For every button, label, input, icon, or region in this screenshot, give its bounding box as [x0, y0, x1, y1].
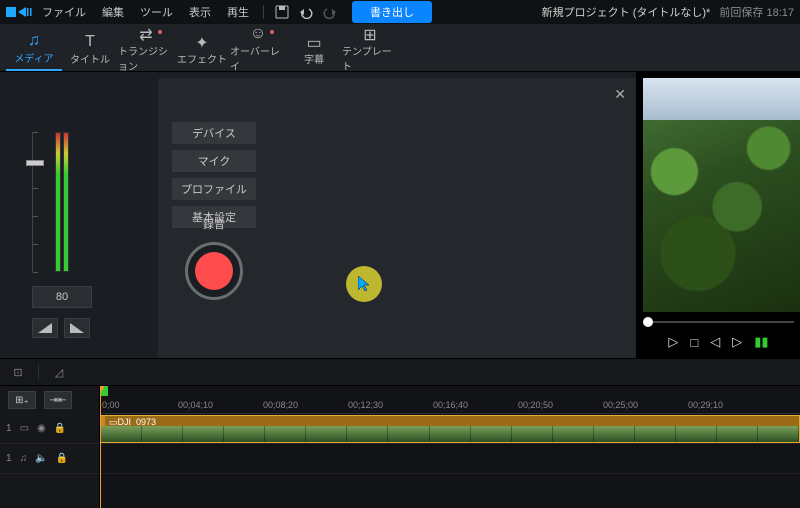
- ruler-tick: 00;08;20: [263, 400, 298, 410]
- menu-tools[interactable]: ツール: [132, 0, 181, 24]
- video-track-icon: ▭: [20, 423, 29, 434]
- record-label: 録音: [172, 216, 256, 232]
- mute-icon[interactable]: 🔈: [35, 453, 47, 464]
- fade-in-button[interactable]: [32, 318, 58, 338]
- menu-view[interactable]: 表示: [181, 0, 219, 24]
- visibility-icon[interactable]: ◉: [37, 423, 46, 434]
- tab-media[interactable]: ♫メディア: [6, 27, 62, 71]
- lock-icon[interactable]: 🔒: [56, 453, 68, 464]
- fade-out-button[interactable]: [64, 318, 90, 338]
- recording-panel: ✕ デバイス マイク プロファイル 基本設定 録音: [158, 78, 636, 358]
- video-track[interactable]: ▭ DJI_0973: [100, 414, 800, 444]
- menu-file[interactable]: ファイル: [34, 0, 94, 24]
- ruler-tick: 00;12;30: [348, 400, 383, 410]
- meter-scale: [32, 132, 44, 272]
- volume-value[interactable]: 80: [32, 286, 92, 308]
- add-track-button[interactable]: ⊞₊: [8, 391, 36, 409]
- playhead[interactable]: [100, 386, 101, 508]
- preview-seek-bar[interactable]: [643, 318, 794, 326]
- next-frame-icon[interactable]: ▷: [732, 334, 742, 350]
- ruler-tick: 00;29;10: [688, 400, 723, 410]
- tab-transition[interactable]: ⇄トランジション: [118, 27, 174, 71]
- menu-edit[interactable]: 編集: [94, 0, 132, 24]
- pause-icon[interactable]: ▮▮: [754, 334, 768, 350]
- template-icon: ⊞: [363, 25, 376, 43]
- record-button[interactable]: [185, 242, 243, 300]
- ruler-tick: 00;20;50: [518, 400, 553, 410]
- subtitle-icon: ▭: [306, 33, 321, 51]
- overlay-icon: ☺: [250, 25, 266, 43]
- cursor-icon: [358, 276, 370, 292]
- project-title: 新規プロジェクト (タイトルなし)* 前回保存 18:17: [542, 4, 794, 20]
- audio-track-header[interactable]: 1 ♫ 🔈 🔒: [0, 444, 99, 474]
- rec-tab-mic[interactable]: マイク: [172, 150, 256, 172]
- preview-viewport[interactable]: [643, 78, 800, 312]
- new-dot: [270, 30, 274, 34]
- timeline-ruler[interactable]: 0;00 00;04;10 00;08;20 00;12;30 00;16;40…: [100, 386, 800, 414]
- tab-title[interactable]: Tタイトル: [62, 27, 118, 71]
- media-icon: ♫: [28, 32, 40, 50]
- volume-slider-knob[interactable]: [26, 160, 44, 166]
- ruler-tick: 0;00: [102, 400, 120, 410]
- export-button[interactable]: 書き出し: [352, 1, 432, 23]
- title-icon: T: [85, 33, 95, 51]
- clip-thumbnails: [101, 426, 799, 442]
- snap-button[interactable]: ⇥⇤: [44, 391, 72, 409]
- timeline-settings-icon[interactable]: ⊡: [8, 362, 28, 382]
- menu-play[interactable]: 再生: [219, 0, 257, 24]
- lock-icon[interactable]: 🔒: [54, 423, 66, 434]
- effect-icon: ✦: [195, 33, 208, 51]
- audio-meter[interactable]: [32, 132, 92, 272]
- divider: [38, 364, 39, 380]
- stop-icon[interactable]: □: [690, 335, 698, 350]
- tab-template[interactable]: ⊞テンプレート: [342, 27, 398, 71]
- ruler-tick: 00;25;00: [603, 400, 638, 410]
- close-icon[interactable]: ✕: [614, 86, 626, 103]
- tab-effect[interactable]: ✦エフェクト: [174, 27, 230, 71]
- undo-icon[interactable]: [298, 4, 314, 20]
- transition-icon: ⇄: [139, 25, 152, 43]
- menu-divider: [263, 5, 264, 19]
- rec-tab-device[interactable]: デバイス: [172, 122, 256, 144]
- audio-track-icon: ♫: [20, 453, 28, 464]
- seek-knob[interactable]: [643, 317, 653, 327]
- tab-overlay[interactable]: ☺オーバーレイ: [230, 27, 286, 71]
- eraser-icon[interactable]: ◿: [49, 362, 69, 382]
- rec-tab-profile[interactable]: プロファイル: [172, 178, 256, 200]
- redo-icon[interactable]: [322, 4, 338, 20]
- audio-track[interactable]: [100, 444, 800, 474]
- app-logo: [6, 4, 34, 20]
- ruler-tick: 00;04;10: [178, 400, 213, 410]
- tab-subtitle[interactable]: ▭字幕: [286, 27, 342, 71]
- record-dot-icon: [195, 252, 233, 290]
- prev-frame-icon[interactable]: ◁: [710, 334, 720, 350]
- ruler-tick: 00;16;40: [433, 400, 468, 410]
- save-icon[interactable]: [274, 4, 290, 20]
- video-clip[interactable]: ▭ DJI_0973: [100, 415, 800, 443]
- play-icon[interactable]: ▷: [668, 334, 678, 350]
- video-track-header[interactable]: 1 ▭ ◉ 🔒: [0, 414, 99, 444]
- new-dot: [158, 30, 162, 34]
- cursor-highlight: [346, 266, 382, 302]
